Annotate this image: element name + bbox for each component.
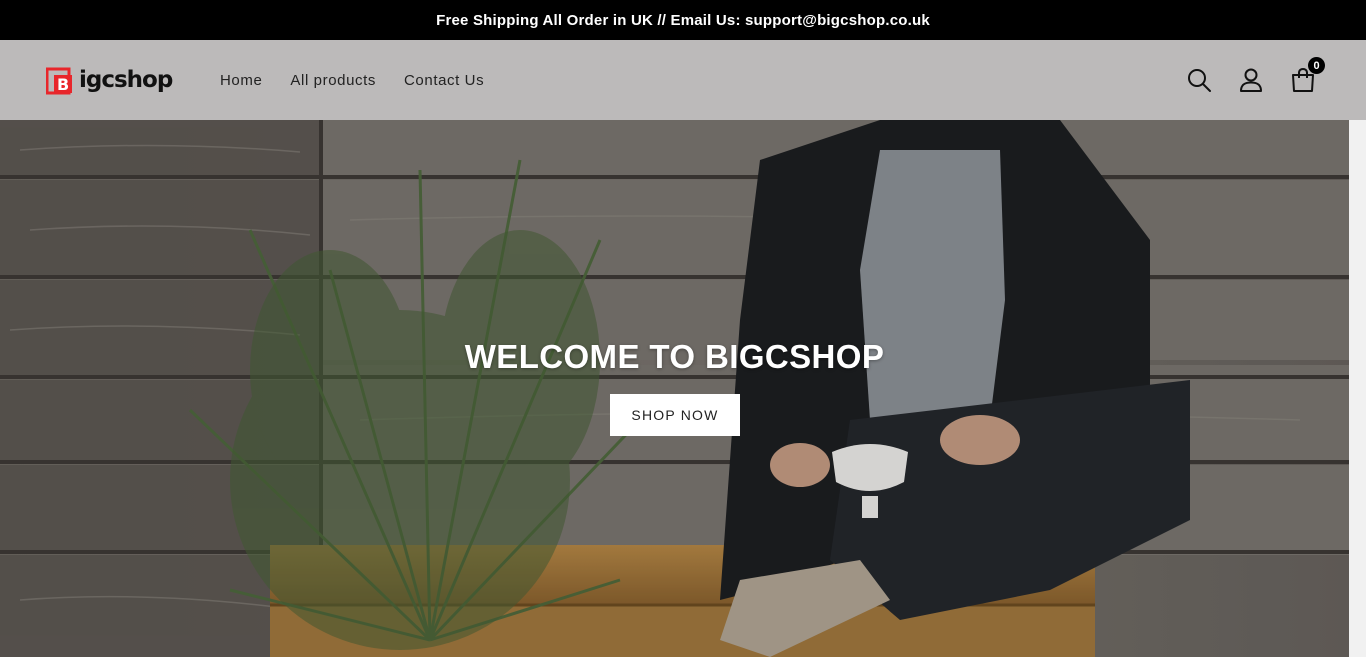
logo-mark-letter: B: [57, 75, 69, 94]
hero-banner: WELCOME TO BIGCSHOP SHOP NOW: [0, 120, 1349, 657]
hero-title: WELCOME TO BIGCSHOP: [464, 338, 885, 375]
logo-mark-icon: B: [46, 67, 72, 95]
cart-count-badge: 0: [1308, 57, 1325, 74]
logo[interactable]: B igcshop: [46, 64, 173, 96]
user-icon[interactable]: [1238, 67, 1264, 93]
main-nav: Home All products Contact Us: [220, 40, 512, 120]
site-header: B igcshop Home All products Contact Us 0: [0, 40, 1366, 120]
nav-item-all-products[interactable]: All products: [290, 72, 376, 89]
announcement-text: Free Shipping All Order in UK // Email U…: [436, 11, 930, 29]
shopping-bag-icon[interactable]: 0: [1290, 57, 1325, 93]
page-scrollbar[interactable]: [1349, 120, 1366, 657]
nav-item-home[interactable]: Home: [220, 72, 262, 89]
logo-text: igcshop: [79, 67, 173, 93]
announcement-bar: Free Shipping All Order in UK // Email U…: [0, 0, 1366, 40]
search-icon[interactable]: [1186, 67, 1212, 93]
hero-background-image: [0, 120, 1349, 657]
header-icons: 0: [1160, 40, 1325, 120]
nav-item-contact-us[interactable]: Contact Us: [404, 72, 484, 89]
shop-now-button[interactable]: SHOP NOW: [610, 394, 740, 436]
